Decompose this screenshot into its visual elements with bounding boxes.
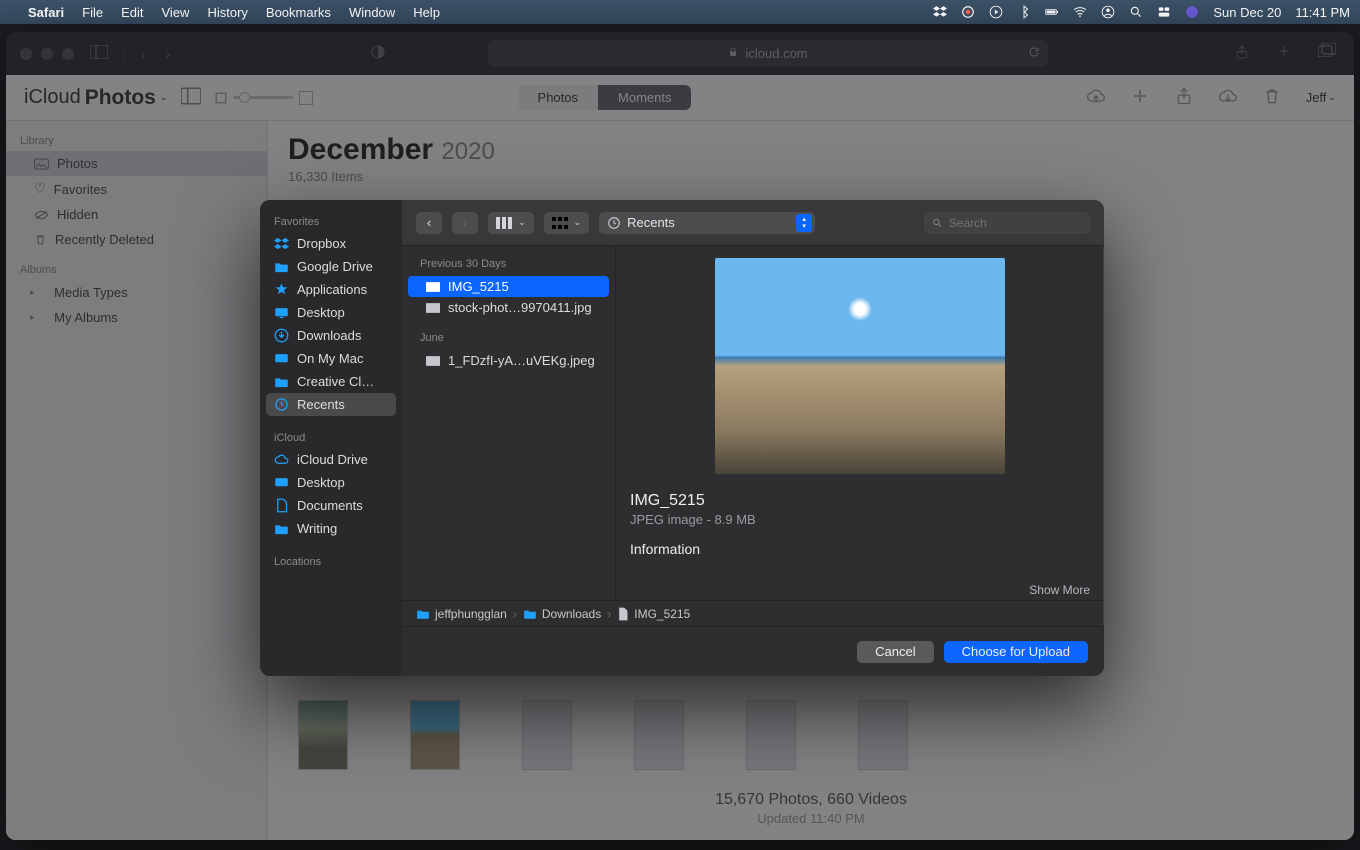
sidebar-item-desktop2[interactable]: Desktop (266, 471, 396, 494)
sidebar-item-label: Applications (297, 282, 367, 297)
sidebar-item-gdrive[interactable]: Google Drive (266, 255, 396, 278)
sidebar-item-label: Google Drive (297, 259, 373, 274)
battery-status-icon[interactable] (1045, 5, 1059, 19)
preview-title: IMG_5215 (630, 492, 1090, 510)
sidebar-item-label: iCloud Drive (297, 452, 368, 467)
sidebar-item-label: Downloads (297, 328, 361, 343)
file-row[interactable]: 1_FDzfI-yA…uVEKg.jpeg (408, 350, 609, 371)
sidebar-item-recents[interactable]: Recents (266, 393, 396, 416)
sidebar-item-onmymac[interactable]: On My Mac (266, 347, 396, 370)
control-center-status-icon[interactable] (1157, 5, 1171, 19)
path-bar: Show More jeffphungglan › Downloads › IM… (402, 600, 1104, 626)
view-columns-button[interactable]: ⌄ (488, 212, 534, 234)
user-status-icon[interactable] (1101, 5, 1115, 19)
sidebar-item-label: Creative Cl… (297, 374, 374, 389)
sidebar-item-label: Writing (297, 521, 337, 536)
sidebar-item-label: Recents (297, 397, 345, 412)
menu-view[interactable]: View (162, 5, 190, 20)
file-list: Previous 30 Days IMG_5215 stock-phot…997… (402, 246, 616, 600)
sidebar-item-dropbox[interactable]: Dropbox (266, 232, 396, 255)
sidebar-item-downloads[interactable]: Downloads (266, 324, 396, 347)
nowplaying-status-icon[interactable] (989, 5, 1003, 19)
crumb-label: Downloads (542, 607, 601, 621)
list-group-heading: Previous 30 Days (402, 252, 615, 276)
sidebar-heading-favorites: Favorites (266, 210, 396, 232)
menu-file[interactable]: File (82, 5, 103, 20)
wifi-status-icon[interactable] (1073, 5, 1087, 19)
menu-bookmarks[interactable]: Bookmarks (266, 5, 331, 20)
screenrec-status-icon[interactable] (961, 5, 975, 19)
bluetooth-status-icon[interactable] (1017, 5, 1031, 19)
sidebar-heading-icloud: iCloud (266, 426, 396, 448)
search-input[interactable] (949, 216, 1082, 230)
sidebar-item-label: Desktop (297, 475, 345, 490)
cancel-button[interactable]: Cancel (857, 641, 933, 663)
file-name: stock-phot…9970411.jpg (448, 300, 592, 315)
crumb-label: IMG_5215 (634, 607, 690, 621)
location-popup[interactable]: Recents ▴▾ (599, 212, 815, 234)
file-name: 1_FDzfI-yA…uVEKg.jpeg (448, 353, 595, 368)
search-field[interactable] (924, 212, 1090, 234)
dropbox-status-icon[interactable] (933, 5, 947, 19)
crumb-label: jeffphungglan (435, 607, 507, 621)
path-crumb-user[interactable]: jeffphungglan (416, 607, 507, 621)
preview-thumbnail (715, 258, 1005, 474)
menu-app-name[interactable]: Safari (28, 5, 64, 20)
sidebar-item-label: Dropbox (297, 236, 346, 251)
choose-for-upload-button[interactable]: Choose for Upload (944, 641, 1088, 663)
open-panel-toolbar: ‹ › ⌄ ⌄ Recents ▴▾ (402, 200, 1104, 246)
stepper-icon: ▴▾ (796, 214, 812, 232)
menubar-time[interactable]: 11:41 PM (1295, 5, 1350, 20)
siri-status-icon[interactable] (1185, 5, 1199, 19)
path-crumb-file[interactable]: IMG_5215 (617, 607, 690, 621)
file-row-selected[interactable]: IMG_5215 (408, 276, 609, 297)
location-label: Recents (627, 215, 675, 230)
path-crumb-downloads[interactable]: Downloads (523, 607, 601, 621)
menubar-date[interactable]: Sun Dec 20 (1213, 5, 1281, 20)
menu-help[interactable]: Help (413, 5, 440, 20)
list-group-heading: June (402, 326, 615, 350)
sidebar-item-creative[interactable]: Creative Cl… (266, 370, 396, 393)
macos-menu-bar: Safari File Edit View History Bookmarks … (0, 0, 1360, 24)
spotlight-status-icon[interactable] (1129, 5, 1143, 19)
menu-edit[interactable]: Edit (121, 5, 143, 20)
file-name: IMG_5215 (448, 279, 509, 294)
file-open-panel: Favorites Dropbox Google Drive Applicati… (260, 200, 1104, 676)
sidebar-item-iclouddrive[interactable]: iCloud Drive (266, 448, 396, 471)
nav-back-button[interactable]: ‹ (416, 212, 442, 234)
open-panel-sidebar: Favorites Dropbox Google Drive Applicati… (260, 200, 402, 676)
sidebar-item-applications[interactable]: Applications (266, 278, 396, 301)
preview-meta: JPEG image - 8.9 MB (630, 512, 1090, 527)
sidebar-heading-locations: Locations (266, 550, 396, 572)
sidebar-item-label: Documents (297, 498, 363, 513)
menu-window[interactable]: Window (349, 5, 395, 20)
file-row[interactable]: stock-phot…9970411.jpg (408, 297, 609, 318)
nav-forward-button[interactable]: › (452, 212, 478, 234)
preview-info-heading: Information (630, 541, 1090, 557)
menu-history[interactable]: History (207, 5, 247, 20)
open-panel-footer: Cancel Choose for Upload (402, 626, 1104, 676)
sidebar-item-label: On My Mac (297, 351, 363, 366)
sidebar-item-documents[interactable]: Documents (266, 494, 396, 517)
sidebar-item-desktop[interactable]: Desktop (266, 301, 396, 324)
sidebar-item-label: Desktop (297, 305, 345, 320)
sidebar-item-writing[interactable]: Writing (266, 517, 396, 540)
group-button[interactable]: ⌄ (544, 212, 590, 234)
preview-pane: IMG_5215 JPEG image - 8.9 MB Information (616, 246, 1104, 600)
show-more-link[interactable]: Show More (1029, 583, 1090, 597)
